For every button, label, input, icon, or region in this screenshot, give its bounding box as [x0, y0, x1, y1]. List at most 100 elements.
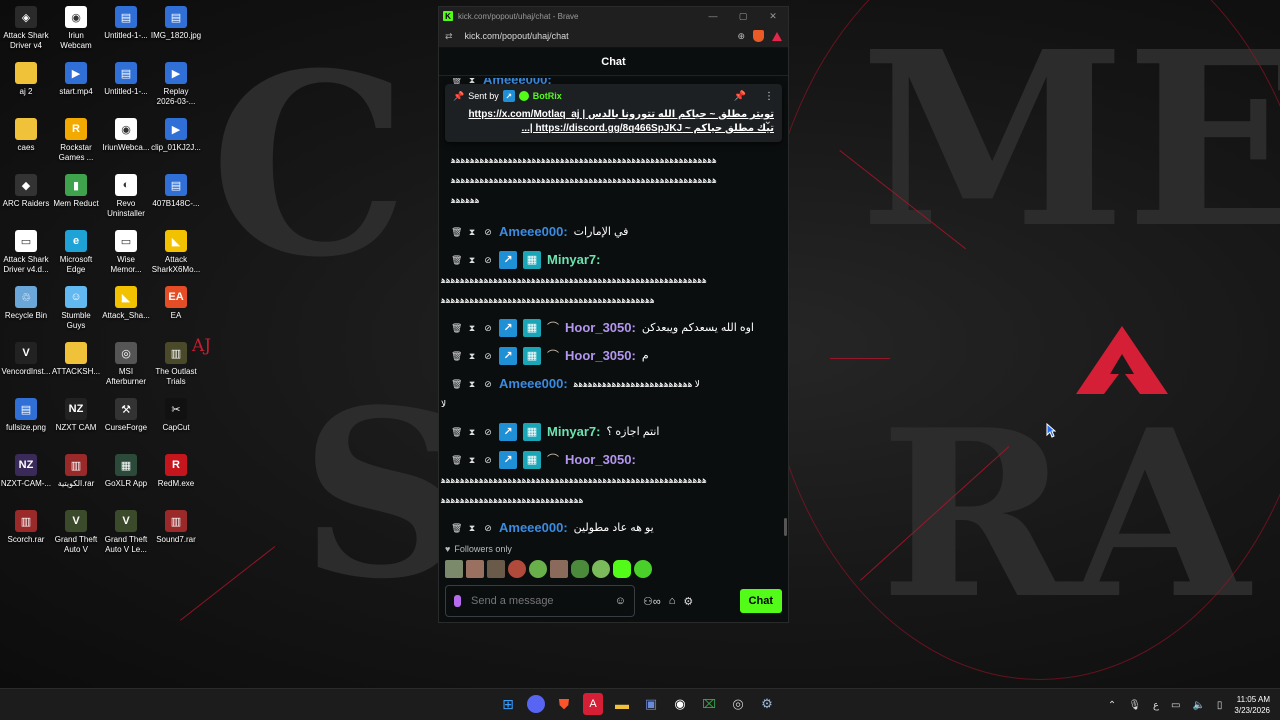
ban-icon[interactable]: ⊘	[483, 318, 493, 338]
pinned-bot-name[interactable]: BotRix	[533, 91, 562, 101]
ban-icon[interactable]: ⊘	[483, 374, 493, 394]
close-icon[interactable]: ✕	[758, 11, 788, 22]
desktop-icon[interactable]: ◆ ARC Raiders	[0, 174, 52, 209]
desktop-icon[interactable]: ▥ Scorch.rar	[0, 510, 52, 545]
desktop-icon[interactable]: ✂ CapCut	[150, 398, 202, 433]
username[interactable]: Hoor_3050:	[565, 450, 636, 470]
zoom-icon[interactable]: ⊕	[737, 31, 745, 42]
timeout-icon[interactable]: ⧗	[467, 422, 477, 442]
url-text[interactable]: kick.com/popout/uhaj/chat	[465, 31, 569, 41]
window-titlebar[interactable]: K kick.com/popout/uhaj/chat - Brave — ▢ …	[439, 7, 788, 25]
username[interactable]: Minyar7:	[547, 422, 600, 442]
desktop-icon[interactable]: ◈ Attack Shark Driver v4	[0, 6, 52, 51]
minimize-icon[interactable]: —	[698, 11, 728, 22]
language-indicator[interactable]: ع	[1153, 700, 1159, 711]
timeout-icon[interactable]: ⧗	[467, 374, 477, 394]
network-icon[interactable]: ▭	[1171, 700, 1180, 711]
clock[interactable]: 11:05 AM 3/23/2026	[1234, 694, 1270, 716]
store-icon[interactable]: ⌂	[669, 595, 676, 607]
start-menu-icon[interactable]: ⊞	[498, 693, 518, 715]
delete-icon[interactable]: 🗑	[451, 346, 462, 366]
desktop-icon[interactable]: NZ NZXT CAM	[50, 398, 102, 433]
more-options-icon[interactable]: ⋮	[764, 91, 774, 102]
ban-icon[interactable]: ⊘	[483, 346, 493, 366]
ban-icon[interactable]: ⊘	[483, 422, 493, 442]
timeout-icon[interactable]: ⧗	[467, 318, 477, 338]
desktop-icon[interactable]: EA EA	[150, 286, 202, 321]
microphone-icon[interactable]	[454, 595, 461, 607]
brave-browser-icon[interactable]: ⛊	[554, 693, 574, 715]
emote-icon[interactable]	[466, 560, 484, 578]
installer-icon[interactable]: ▣	[641, 693, 661, 715]
desktop-icon[interactable]: ▦ GoXLR App	[100, 454, 152, 489]
emote-icon[interactable]	[529, 560, 547, 578]
emote-icon[interactable]	[571, 560, 589, 578]
emoji-icon[interactable]: ☺	[615, 595, 626, 607]
desktop-icon[interactable]: ♲ Recycle Bin	[0, 286, 52, 321]
desktop-icon[interactable]: caes	[0, 118, 52, 153]
delete-icon[interactable]: 🗑	[451, 450, 462, 470]
desktop-icon[interactable]: ▭ Wise Memor...	[100, 230, 152, 275]
timeout-icon[interactable]: ⧗	[467, 250, 477, 270]
emote-icon[interactable]	[634, 560, 652, 578]
microphone-tray-icon[interactable]: 🎙	[1128, 700, 1141, 711]
chat-scrollbar[interactable]	[784, 518, 787, 536]
settings-gear-icon[interactable]: ⚙	[683, 595, 693, 608]
delete-icon[interactable]: 🗑	[451, 422, 462, 442]
emote-icon[interactable]	[613, 560, 631, 578]
desktop-icon[interactable]: ◣ Attack SharkX6Mo...	[150, 230, 202, 275]
username[interactable]: Ameee000:	[499, 374, 568, 394]
delete-icon[interactable]: 🗑	[451, 250, 462, 270]
desktop-icon[interactable]: ▤ fullsize.png	[0, 398, 52, 433]
desktop-icon[interactable]: ▤ 407B148C-...	[150, 174, 202, 209]
desktop-icon[interactable]: NZ NZXT-CAM-...	[0, 454, 52, 489]
ban-icon[interactable]: ⊘	[483, 250, 493, 270]
desktop-icon[interactable]: ▶ start.mp4	[50, 62, 102, 97]
desktop-icon[interactable]: aj 2	[0, 62, 52, 97]
desktop-icon[interactable]: ▥ الكويتية.rar	[50, 454, 102, 489]
file-explorer-icon[interactable]: ▬	[612, 693, 632, 715]
emote-icon[interactable]	[487, 560, 505, 578]
chat-messages[interactable]: 🗑 ⧗ Ameee000: 📌 Sent by ↗ BotRix 📌 ⋮ توي…	[439, 78, 788, 540]
iriun-webcam-icon[interactable]: ◉	[670, 693, 690, 715]
desktop-icon[interactable]: ▤ IMG_1820.jpg	[150, 6, 202, 41]
desktop-icon[interactable]: e Microsoft Edge	[50, 230, 102, 275]
timeout-icon[interactable]: ⧗	[467, 346, 477, 366]
desktop-icon[interactable]: R Rockstar Games ...	[50, 118, 102, 163]
brave-shield-icon[interactable]	[753, 30, 764, 42]
chevron-down-icon[interactable]: ⌄	[764, 116, 772, 127]
username[interactable]: Hoor_3050:	[565, 318, 636, 338]
desktop-icon[interactable]: R RedM.exe	[150, 454, 202, 489]
terminal-icon[interactable]: ⌧	[699, 693, 719, 715]
chevron-up-icon[interactable]: ⌃	[1108, 700, 1116, 711]
pinned-message[interactable]: 📌 Sent by ↗ BotRix 📌 ⋮ تويتر مطلق ~ حياك…	[445, 84, 782, 142]
chat-message-input[interactable]	[471, 595, 591, 607]
timeout-icon[interactable]: ⧗	[467, 222, 477, 242]
steam-icon[interactable]: ⚙	[757, 693, 777, 715]
discord-icon[interactable]	[527, 695, 545, 713]
ban-icon[interactable]: ⊘	[483, 518, 493, 538]
send-chat-button[interactable]: Chat	[739, 589, 782, 613]
desktop-icon[interactable]: ▥ The Outlast Trials	[150, 342, 202, 387]
desktop-icon[interactable]: ⚒ CurseForge	[100, 398, 152, 433]
desktop-icon[interactable]: ◐ Revo Uninstaller	[100, 174, 152, 219]
desktop-icon[interactable]: ◉ IriunWebca...	[100, 118, 152, 153]
chat-input-box[interactable]: ☺	[445, 585, 635, 617]
battery-icon[interactable]: ▯	[1217, 700, 1223, 711]
timeout-icon[interactable]: ⧗	[467, 518, 477, 538]
desktop-icon[interactable]: ▶ clip_01KJ2J...	[150, 118, 202, 153]
username[interactable]: Ameee000:	[499, 518, 568, 538]
desktop-icon[interactable]: ☺ Stumble Guys	[50, 286, 102, 331]
desktop-icon[interactable]: ▶ Replay 2026-03-...	[150, 62, 202, 107]
delete-icon[interactable]: 🗑	[451, 374, 462, 394]
emote-icon[interactable]	[592, 560, 610, 578]
unpin-icon[interactable]: 📌	[734, 91, 746, 102]
emote-icon[interactable]	[508, 560, 526, 578]
emote-icon[interactable]	[445, 560, 463, 578]
desktop-icon[interactable]: ATTACKSH...	[50, 342, 102, 377]
desktop-icon[interactable]: V Grand Theft Auto V Le...	[100, 510, 152, 555]
timeout-icon[interactable]: ⧗	[467, 450, 477, 470]
desktop-icon[interactable]: ▥ Sound7.rar	[150, 510, 202, 545]
address-bar[interactable]: ⇄ kick.com/popout/uhaj/chat ⊕	[439, 25, 788, 48]
maximize-icon[interactable]: ▢	[728, 11, 758, 22]
